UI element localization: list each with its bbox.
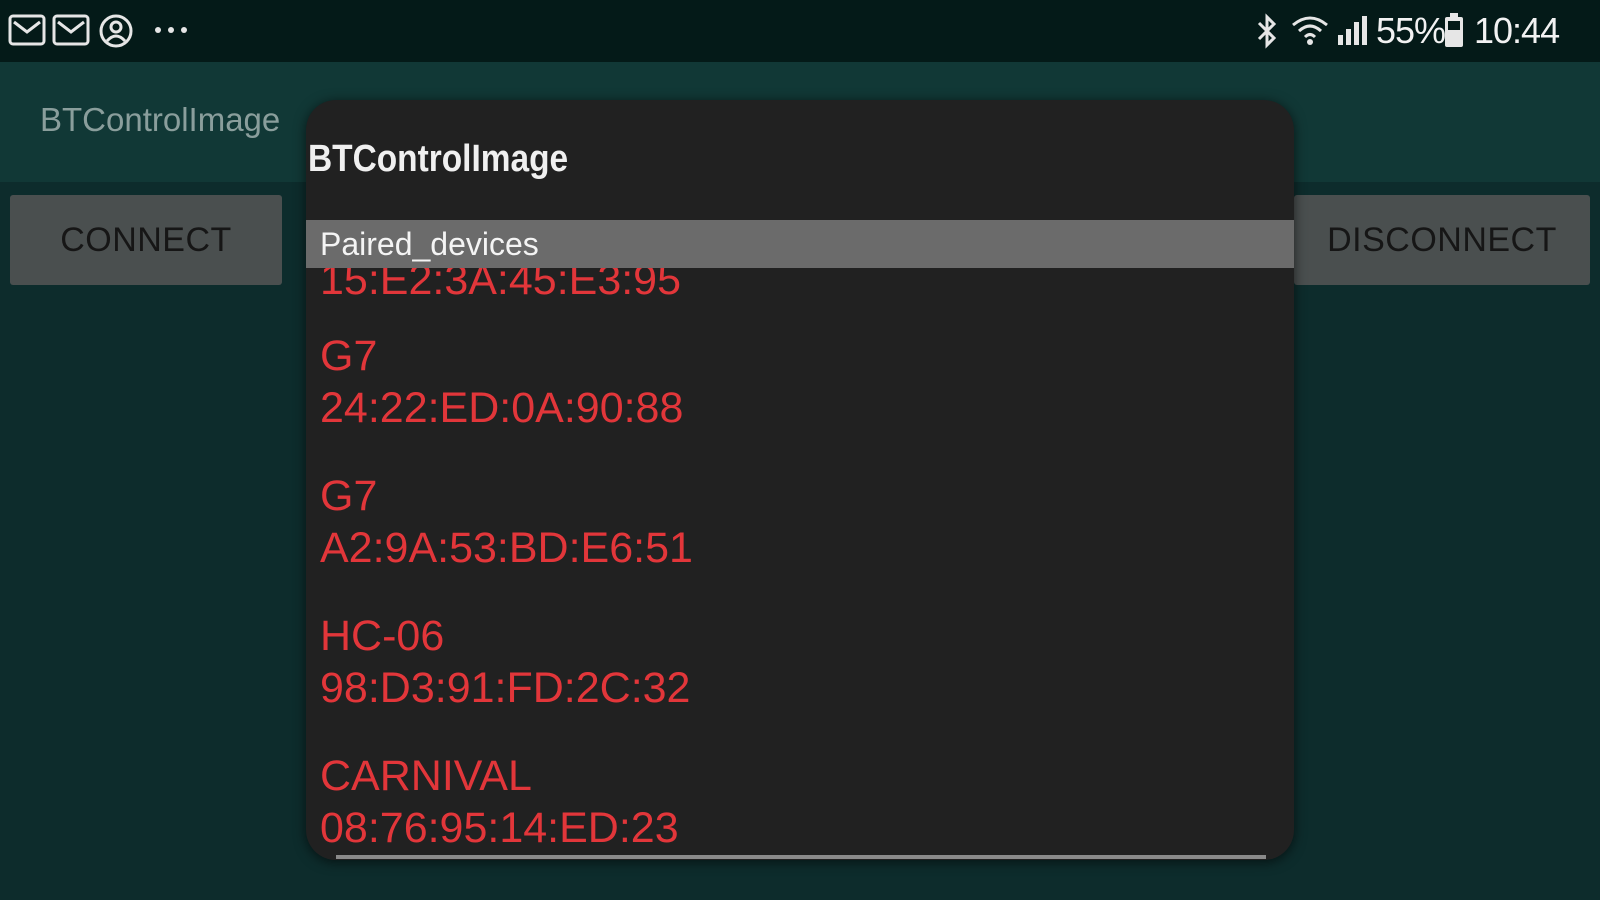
signal-icon <box>1338 16 1367 45</box>
list-bottom-edge <box>336 855 1266 859</box>
device-name: CARNIVAL <box>320 752 532 800</box>
more-dots-icon <box>155 27 187 33</box>
app-title: BTControlImage <box>40 101 281 138</box>
device-item[interactable]: G7 24:22:ED:0A:90:88 <box>320 330 683 434</box>
device-item[interactable]: 15:E2:3A:45:E3:95 <box>320 268 681 306</box>
mail-icon <box>8 14 46 46</box>
device-name: G7 <box>320 332 378 380</box>
device-address: A2:9A:53:BD:E6:51 <box>320 524 693 572</box>
mail-icon <box>52 14 90 46</box>
device-address: 24:22:ED:0A:90:88 <box>320 384 684 432</box>
device-address: 98:D3:91:FD:2C:32 <box>320 664 691 712</box>
device-address: 08:76:95:14:ED:23 <box>320 804 679 850</box>
status-bar: 55% 10:44 <box>0 0 1600 62</box>
battery-icon <box>1445 13 1463 47</box>
device-item[interactable]: CARNIVAL 08:76:95:14:ED:23 <box>320 750 679 850</box>
device-address: 15:E2:3A:45:E3:95 <box>320 268 682 304</box>
device-item[interactable]: G7 A2:9A:53:BD:E6:51 <box>320 470 693 574</box>
account-icon <box>99 14 133 48</box>
disconnect-button[interactable]: DISCONNECT <box>1294 195 1590 285</box>
device-item[interactable]: HC-06 98:D3:91:FD:2C:32 <box>320 610 690 714</box>
battery-percent: 55% <box>1376 10 1446 51</box>
clock: 10:44 <box>1474 10 1560 51</box>
paired-devices-dialog: BTControlImage Paired_devices 15:E2:3A:4… <box>306 100 1294 860</box>
wifi-icon <box>1292 16 1328 45</box>
connect-button[interactable]: CONNECT <box>10 195 282 285</box>
bluetooth-icon <box>1257 13 1277 49</box>
dialog-title: BTControlImage <box>308 138 569 180</box>
list-header: Paired_devices <box>306 220 1294 268</box>
device-name: HC-06 <box>320 612 445 660</box>
device-name: G7 <box>320 472 378 520</box>
device-list[interactable]: 15:E2:3A:45:E3:95 G7 24:22:ED:0A:90:88 G… <box>306 268 1294 850</box>
